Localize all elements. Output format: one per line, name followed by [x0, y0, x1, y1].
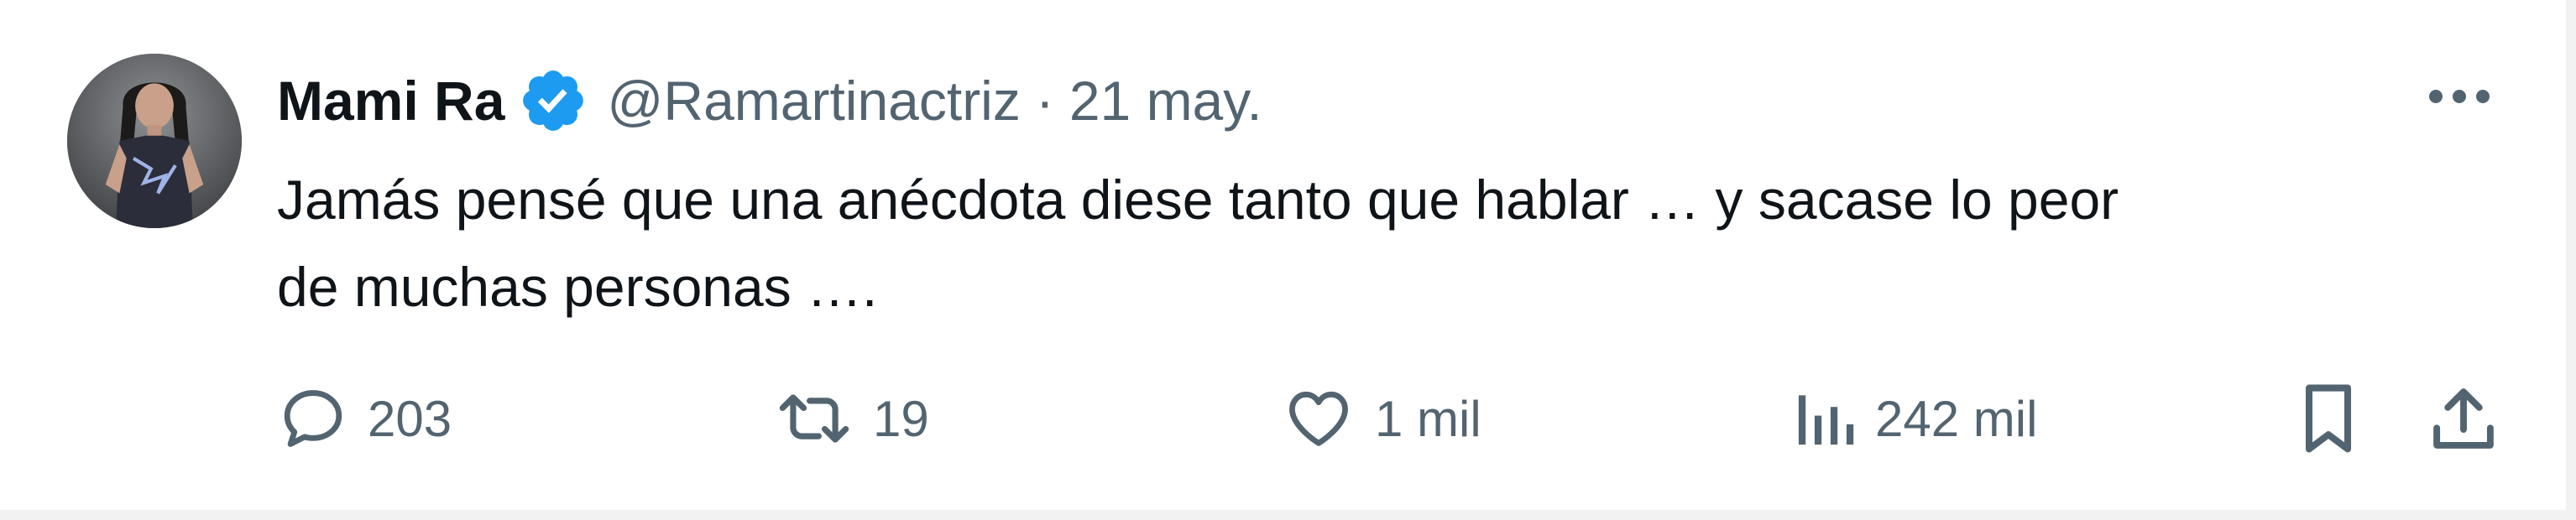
reply-count: 203 [368, 390, 452, 447]
heart-icon [1289, 391, 1348, 446]
avatar-image [67, 54, 242, 228]
tweet-header: Mami Ra @Ramartinactriz · 21 may. [277, 59, 1262, 143]
tweet-text: Jamás pensé que una anécdota diese tanto… [277, 156, 2476, 330]
tweet-text-line: de muchas personas …. [277, 256, 878, 318]
tweet-card[interactable]: Mami Ra @Ramartinactriz · 21 may. Jamás … [0, 0, 2576, 520]
bookmark-icon [2305, 384, 2352, 453]
views-button[interactable]: 242 mil [1793, 372, 2037, 465]
header-separator: · [1035, 70, 1054, 132]
avatar[interactable] [67, 54, 242, 228]
share-icon [2433, 388, 2494, 449]
share-button[interactable] [2426, 372, 2501, 465]
retweet-count: 19 [873, 390, 929, 447]
bookmark-button[interactable] [2295, 372, 2362, 465]
analytics-icon [1798, 395, 1854, 445]
verified-badge-icon [518, 65, 588, 136]
author-handle[interactable]: @Ramartinactriz [607, 69, 1020, 133]
like-button[interactable]: 1 mil [1281, 372, 1481, 465]
reply-icon [284, 390, 342, 447]
author-display-name[interactable]: Mami Ra [277, 69, 504, 133]
retweet-button[interactable]: 19 [774, 372, 929, 465]
retweet-icon [779, 394, 849, 443]
views-count: 242 mil [1875, 390, 2038, 447]
more-options-icon[interactable] [2417, 67, 2501, 126]
reply-button[interactable]: 203 [277, 372, 452, 465]
tweet-text-line: Jamás pensé que una anécdota diese tanto… [277, 169, 2119, 231]
tweet-date[interactable]: 21 may. [1069, 69, 1262, 133]
like-count: 1 mil [1375, 390, 1481, 447]
